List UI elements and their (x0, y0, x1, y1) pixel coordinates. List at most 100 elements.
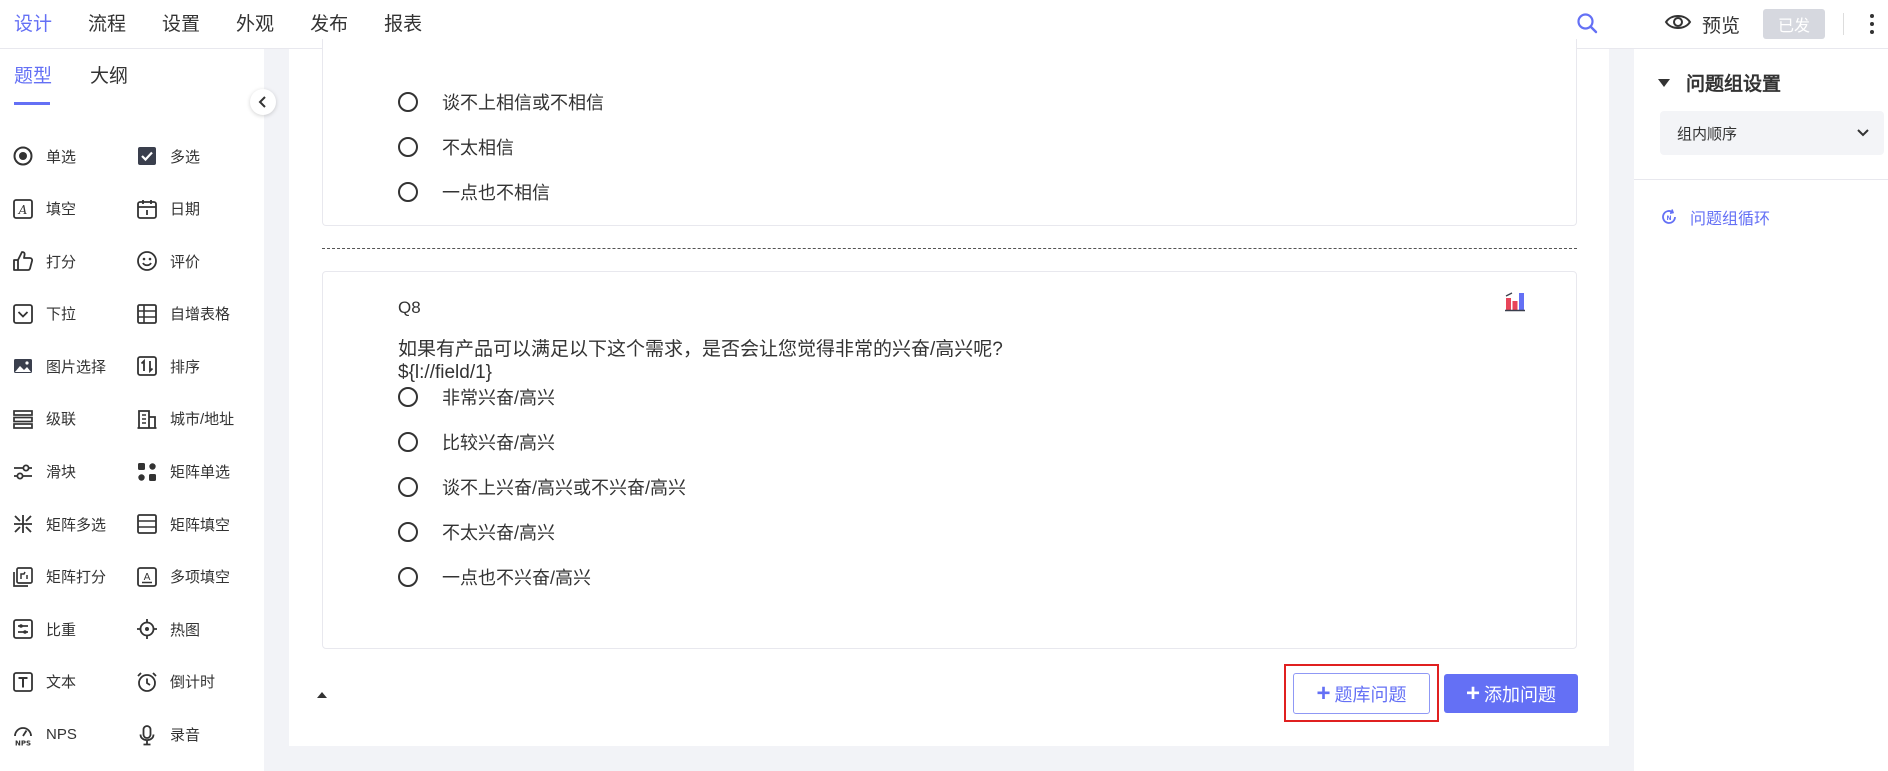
radio-circle[interactable] (398, 92, 418, 112)
divider (1634, 179, 1888, 180)
type-dropdown[interactable]: 下拉 (12, 301, 136, 327)
option[interactable]: 一点也不兴奋/高兴 (398, 564, 591, 590)
matrix-radio-icon (138, 462, 156, 481)
type-cascade[interactable]: 级联 (12, 406, 136, 432)
group-loop-link[interactable]: N 问题组循环 (1660, 205, 1770, 229)
radio-circle[interactable] (398, 522, 418, 542)
matrix-fill-icon (137, 514, 157, 535)
type-image-choice[interactable]: 图片选择 (12, 353, 136, 379)
button-label: 题库问题 (1334, 684, 1407, 705)
type-label: 矩阵填空 (170, 516, 231, 534)
type-text[interactable]: 文本 (12, 669, 136, 695)
panel-title: 问题组设置 (1686, 74, 1782, 95)
type-slider[interactable]: 滑块 (12, 459, 136, 485)
type-sort[interactable]: 排序 (136, 353, 252, 379)
type-matrix-fill[interactable]: 矩阵填空 (136, 511, 252, 537)
preview-label: 预览 (1702, 15, 1741, 37)
type-label: 打分 (46, 253, 77, 271)
multi-fill-icon: A (137, 566, 157, 587)
radio-circle[interactable] (398, 432, 418, 452)
nav-settings[interactable]: 设置 (162, 9, 200, 36)
microphone-icon (139, 724, 155, 745)
tab-outline[interactable]: 大纲 (90, 61, 128, 105)
group-settings-header[interactable]: 问题组设置 (1658, 69, 1781, 96)
publish-button[interactable]: 已发 (1763, 9, 1825, 39)
type-countdown[interactable]: 倒计时 (136, 669, 252, 695)
option-label: 不太相信 (442, 138, 514, 158)
type-label: 城市/地址 (170, 411, 235, 429)
preview-button[interactable]: 预览 (1664, 10, 1740, 38)
radio-circle[interactable] (398, 567, 418, 587)
question-card-q8[interactable]: Q8 如果有产品可以满足以下这个需求，是否会让您觉得非常的兴奋/高兴呢? ${l… (322, 271, 1577, 649)
option-label: 比较兴奋/高兴 (442, 433, 556, 453)
type-label: 矩阵打分 (46, 569, 107, 587)
type-fill-blank[interactable]: A 填空 (12, 196, 136, 222)
type-city-address[interactable]: 城市/地址 (136, 406, 252, 432)
type-rating[interactable]: 评价 (136, 248, 252, 274)
question-text: 如果有产品可以满足以下这个需求，是否会让您觉得非常的兴奋/高兴呢? (398, 339, 1003, 360)
type-matrix-multi[interactable]: 矩阵多选 (12, 511, 136, 537)
nav-design[interactable]: 设计 (14, 9, 52, 36)
option[interactable]: 非常兴奋/高兴 (398, 384, 555, 410)
group-order-select[interactable]: 组内顺序 (1660, 111, 1884, 155)
radio-circle[interactable] (398, 387, 418, 407)
type-label: 热图 (170, 621, 201, 639)
option[interactable]: 一点也不相信 (398, 179, 550, 205)
collapse-panel-button[interactable] (250, 89, 276, 115)
type-weight[interactable]: 比重 (12, 616, 136, 642)
question-bank-button[interactable]: + 题库问题 (1293, 673, 1430, 714)
option-label: 不太兴奋/高兴 (442, 523, 556, 543)
radio-circle[interactable] (398, 477, 418, 497)
nps-gauge-icon: NPS (14, 726, 32, 746)
type-label: 比重 (46, 621, 77, 639)
option[interactable]: 谈不上相信或不相信 (398, 89, 604, 115)
type-multi-fill[interactable]: A 多项填空 (136, 564, 252, 590)
type-single-choice[interactable]: 单选 (12, 143, 136, 169)
option[interactable]: 谈不上兴奋/高兴或不兴奋/高兴 (398, 474, 686, 500)
nav-reports[interactable]: 报表 (384, 9, 422, 36)
tab-question-types[interactable]: 题型 (14, 61, 52, 105)
radio-circle[interactable] (398, 182, 418, 202)
type-label: 级联 (46, 411, 77, 429)
option[interactable]: 不太相信 (398, 134, 514, 160)
type-multi-choice[interactable]: 多选 (136, 143, 252, 169)
bar-chart-icon[interactable] (1504, 290, 1526, 312)
type-heatmap[interactable]: 热图 (136, 616, 252, 642)
image-icon (14, 359, 32, 374)
type-recording[interactable]: 录音 (136, 722, 252, 748)
nav-publish[interactable]: 发布 (310, 9, 348, 36)
type-label: 单选 (46, 148, 77, 166)
eye-icon (1664, 12, 1692, 37)
search-icon[interactable] (1576, 12, 1598, 34)
more-vertical-icon[interactable] (1869, 12, 1875, 36)
question-title[interactable]: 如果有产品可以满足以下这个需求，是否会让您觉得非常的兴奋/高兴呢? ${l://… (398, 338, 1003, 384)
triangle-up-icon[interactable] (315, 687, 329, 698)
plus-icon: + (1316, 679, 1331, 707)
type-matrix-score[interactable]: 矩阵打分 (12, 564, 136, 590)
question-number: Q8 (398, 298, 421, 317)
option-label: 谈不上兴奋/高兴或不兴奋/高兴 (442, 478, 687, 498)
nav-flow[interactable]: 流程 (88, 9, 126, 36)
type-score[interactable]: 打分 (12, 248, 136, 274)
building-icon (137, 410, 157, 429)
type-label: 日期 (170, 201, 201, 219)
option[interactable]: 不太兴奋/高兴 (398, 519, 555, 545)
weight-icon (13, 619, 33, 640)
type-matrix-single[interactable]: 矩阵单选 (136, 459, 252, 485)
field-reference: ${l://field/1} (398, 362, 493, 383)
option[interactable]: 比较兴奋/高兴 (398, 429, 555, 455)
loop-icon: N (1662, 209, 1676, 224)
add-question-button[interactable]: + 添加问题 (1444, 674, 1578, 713)
text-icon (13, 672, 33, 692)
survey-canvas: 谈不上相信或不相信 不太相信 一点也不相信 Q8 如果有产品可以满足以下这个需求… (289, 39, 1609, 746)
type-label: 评价 (170, 253, 201, 271)
type-auto-table[interactable]: 自增表格 (136, 301, 252, 327)
type-nps[interactable]: NPS NPS (12, 722, 136, 748)
nav-appearance[interactable]: 外观 (236, 9, 274, 36)
checkbox-icon (138, 147, 156, 165)
svg-text:A: A (144, 572, 151, 583)
slider-icon (14, 464, 32, 480)
radio-circle[interactable] (398, 137, 418, 157)
cascade-icon (13, 410, 33, 429)
type-date[interactable]: 日期 (136, 196, 252, 222)
